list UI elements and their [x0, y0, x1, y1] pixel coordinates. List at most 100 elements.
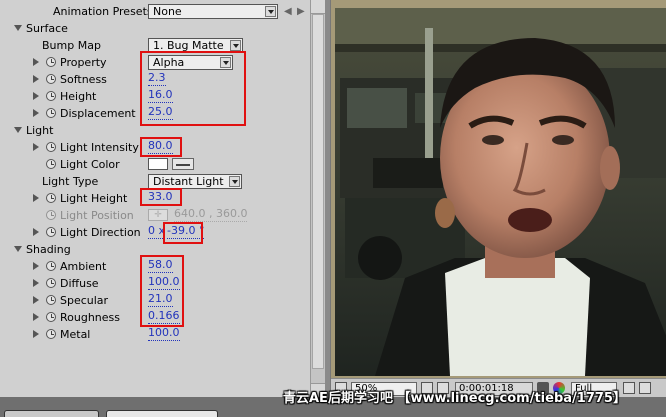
stopwatch-icon[interactable] [46, 74, 56, 84]
light-direction-value[interactable]: -39.0 ° [167, 224, 205, 239]
stopwatch-icon[interactable] [46, 108, 56, 118]
expand-triangle-icon[interactable] [33, 75, 39, 83]
prev-preset-icon[interactable]: ◀ [284, 3, 292, 20]
stopwatch-icon[interactable] [46, 227, 56, 237]
stopwatch-icon[interactable] [46, 159, 56, 169]
height-value[interactable]: 16.0 [148, 88, 173, 103]
expand-triangle-icon[interactable] [33, 296, 39, 304]
metal-label: Metal [60, 328, 91, 341]
surface-section[interactable]: Surface [0, 20, 310, 37]
bump-map-row: Bump Map 1. Bug Matte [0, 37, 310, 54]
tab-timeline-2[interactable] [106, 410, 218, 417]
collapse-triangle-icon[interactable] [14, 127, 22, 133]
expand-triangle-icon[interactable] [33, 194, 39, 202]
video-frame[interactable] [335, 8, 666, 376]
stopwatch-icon[interactable] [46, 312, 56, 322]
specular-row: Specular 21.0 [0, 292, 310, 309]
light-direction-row: Light Direction 0 x -39.0 ° [0, 224, 310, 241]
next-preset-icon[interactable]: ▶ [297, 3, 305, 20]
metal-value[interactable]: 100.0 [148, 326, 180, 341]
eyedropper-icon[interactable] [172, 158, 194, 170]
expand-triangle-icon[interactable] [33, 228, 39, 236]
expand-triangle-icon[interactable] [33, 279, 39, 287]
bump-map-label: Bump Map [42, 39, 101, 52]
light-color-swatch[interactable] [148, 158, 168, 170]
ambient-value[interactable]: 58.0 [148, 258, 173, 273]
light-height-label: Light Height [60, 192, 128, 205]
stopwatch-icon[interactable] [46, 329, 56, 339]
light-intensity-label: Light Intensity [60, 141, 139, 154]
ambient-label: Ambient [60, 260, 107, 273]
video-frame-image [335, 8, 666, 376]
light-position-row: Light Position ✛ 640.0 , 360.0 [0, 207, 310, 224]
stopwatch-icon [46, 210, 56, 220]
chevron-down-icon [265, 6, 276, 17]
collapse-triangle-icon[interactable] [14, 246, 22, 252]
softness-label: Softness [60, 73, 107, 86]
bump-map-value: 1. Bug Matte [153, 39, 224, 52]
light-title: Light [26, 124, 54, 137]
animation-presets-row: Animation Presets: None ◀ ▶ [0, 3, 310, 20]
watermark: 青云AE后期学习吧 【www.linecg.com/tieba/1775】 [283, 391, 626, 406]
tab-timeline-1[interactable] [4, 410, 99, 417]
stopwatch-icon[interactable] [46, 57, 56, 67]
chevron-down-icon [220, 57, 231, 68]
light-height-value[interactable]: 33.0 [148, 190, 173, 205]
roughness-row: Roughness 0.166 [0, 309, 310, 326]
expand-triangle-icon[interactable] [33, 313, 39, 321]
displacement-value[interactable]: 25.0 [148, 105, 173, 120]
collapse-triangle-icon[interactable] [14, 25, 22, 31]
panel-scrollbar[interactable] [310, 0, 325, 397]
bump-map-dropdown[interactable]: 1. Bug Matte [148, 38, 243, 53]
surface-title: Surface [26, 22, 68, 35]
expand-triangle-icon[interactable] [33, 143, 39, 151]
specular-label: Specular [60, 294, 109, 307]
light-color-row: Light Color [0, 156, 310, 173]
light-color-label: Light Color [60, 158, 120, 171]
expand-triangle-icon[interactable] [33, 262, 39, 270]
light-direction-label: Light Direction [60, 226, 141, 239]
stopwatch-icon[interactable] [46, 278, 56, 288]
property-value: Alpha [153, 56, 185, 69]
stopwatch-icon[interactable] [46, 91, 56, 101]
shading-title: Shading [26, 243, 71, 256]
expand-triangle-icon[interactable] [33, 109, 39, 117]
metal-row: Metal 100.0 [0, 326, 310, 343]
roughness-label: Roughness [60, 311, 121, 324]
light-direction-turns[interactable]: 0 x [148, 224, 166, 239]
stopwatch-icon[interactable] [46, 295, 56, 305]
ambient-row: Ambient 58.0 [0, 258, 310, 275]
property-row: Property Alpha [0, 54, 310, 71]
light-type-label: Light Type [42, 175, 99, 188]
composition-viewer: 50% 0:00:01:18 Full [330, 0, 666, 397]
stopwatch-icon[interactable] [46, 142, 56, 152]
expand-triangle-icon[interactable] [33, 330, 39, 338]
expand-triangle-icon[interactable] [33, 92, 39, 100]
displacement-row: Displacement 25.0 [0, 105, 310, 122]
transparency-grid-icon[interactable] [639, 382, 651, 394]
chevron-down-icon [230, 40, 241, 51]
stopwatch-icon[interactable] [46, 193, 56, 203]
softness-value[interactable]: 2.3 [148, 71, 166, 86]
shading-section[interactable]: Shading [0, 241, 310, 258]
effect-controls-panel: Animation Presets: None ◀ ▶ Surface Bump… [0, 0, 325, 397]
animation-presets-label: Animation Presets: [53, 5, 157, 18]
diffuse-value[interactable]: 100.0 [148, 275, 180, 290]
height-label: Height [60, 90, 97, 103]
height-row: Height 16.0 [0, 88, 310, 105]
expand-triangle-icon[interactable] [33, 58, 39, 66]
stopwatch-icon[interactable] [46, 261, 56, 271]
animation-presets-dropdown[interactable]: None [148, 4, 278, 19]
scroll-up-icon[interactable] [311, 0, 325, 14]
scroll-thumb[interactable] [312, 14, 324, 369]
light-type-value: Distant Light [153, 175, 224, 188]
specular-value[interactable]: 21.0 [148, 292, 173, 307]
light-section[interactable]: Light [0, 122, 310, 139]
light-type-dropdown[interactable]: Distant Light [148, 174, 242, 189]
property-label: Property [60, 56, 107, 69]
roughness-value[interactable]: 0.166 [148, 309, 180, 324]
light-intensity-value[interactable]: 80.0 [148, 139, 173, 154]
light-position-value: 640.0 , 360.0 [174, 207, 248, 222]
light-height-row: Light Height 33.0 [0, 190, 310, 207]
property-dropdown[interactable]: Alpha [148, 55, 233, 70]
